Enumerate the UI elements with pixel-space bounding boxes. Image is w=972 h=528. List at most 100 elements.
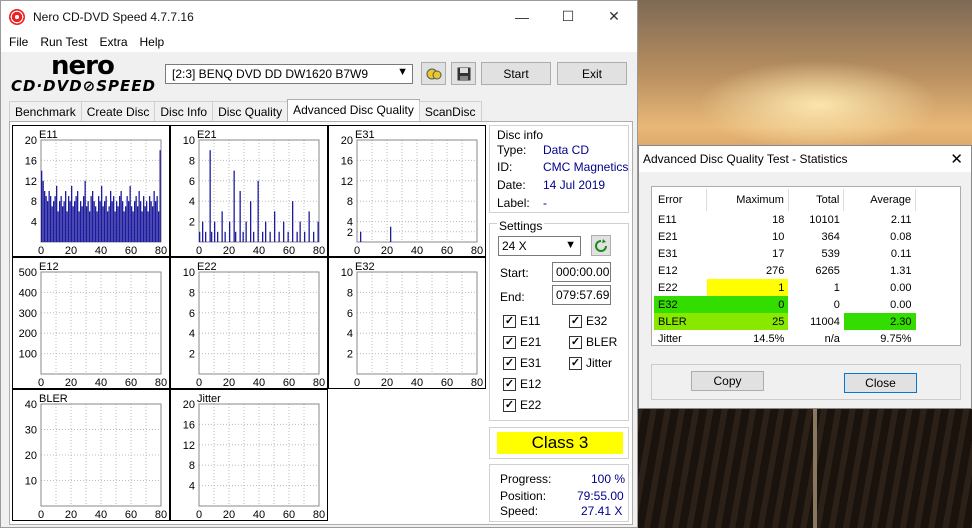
- checkbox-e32[interactable]: ✓ E32: [569, 314, 607, 328]
- copy-button[interactable]: Copy: [691, 371, 764, 391]
- statistics-dialog: Advanced Disc Quality Test - Statistics …: [638, 145, 972, 409]
- bar: [102, 206, 104, 242]
- cell-error: E31: [658, 247, 678, 260]
- x-tick-label: 60: [125, 509, 137, 521]
- close-button[interactable]: ✕: [591, 1, 637, 32]
- x-tick-label: 0: [196, 509, 202, 521]
- chevron-down-icon: ▼: [397, 66, 408, 78]
- x-tick-label: 80: [313, 377, 325, 389]
- bar: [105, 196, 107, 242]
- save-button[interactable]: [451, 62, 476, 85]
- cell-max: 0: [706, 296, 789, 313]
- x-tick-label: 20: [65, 245, 77, 257]
- bar: [95, 206, 97, 242]
- close-icon[interactable]: ✕: [950, 150, 963, 168]
- disc-info-header: Disc info: [497, 128, 544, 142]
- menu-extra[interactable]: Extra: [93, 35, 133, 49]
- end-time-input[interactable]: 079:57.69: [552, 285, 611, 305]
- x-tick-label: 20: [65, 509, 77, 521]
- checkbox-e12[interactable]: ✓ E12: [503, 377, 541, 391]
- maximize-button[interactable]: ☐: [545, 1, 591, 32]
- bar: [71, 185, 73, 242]
- cell-total: 364: [821, 230, 840, 243]
- cell-avg: 2.30: [843, 313, 916, 330]
- chart-e31: E31 2 4 8 12 16 20 0 20 40 60 80: [328, 125, 486, 257]
- y-tick-label: 8: [189, 287, 195, 299]
- bar: [104, 201, 106, 242]
- chart-e21: E21 2 4 6 8 10 0 20 40 60 80: [170, 125, 328, 257]
- header-maximum: Maximum: [706, 189, 789, 211]
- bar: [114, 211, 116, 242]
- bar: [131, 206, 133, 242]
- table-row: BLER 25 11004 2.30: [654, 313, 916, 330]
- tab-create-disc[interactable]: Create Disc: [80, 101, 156, 122]
- start-time-input[interactable]: 000:00.00: [552, 262, 611, 282]
- table-row: E11 18 10101 2.11: [654, 211, 916, 228]
- menu-file[interactable]: File: [3, 35, 34, 49]
- checkbox-bler[interactable]: ✓ BLER: [569, 335, 617, 349]
- exit-button[interactable]: Exit: [557, 62, 627, 85]
- bar: [125, 206, 127, 242]
- y-tick-label: 4: [31, 217, 37, 229]
- checkbox-e31[interactable]: ✓ E31: [503, 356, 541, 370]
- menu-run-test[interactable]: Run Test: [34, 35, 93, 49]
- bar: [53, 201, 55, 242]
- bar: [50, 196, 52, 242]
- close-dialog-button[interactable]: Close: [844, 373, 917, 393]
- bar: [108, 206, 110, 242]
- x-tick-label: 40: [411, 245, 423, 257]
- bar: [253, 231, 255, 242]
- minimize-button[interactable]: —: [499, 1, 545, 32]
- bar: [80, 201, 82, 242]
- checkbox-e11[interactable]: ✓ E11: [503, 314, 540, 328]
- checkbox-jitter[interactable]: ✓ Jitter: [569, 356, 612, 370]
- floppy-disk-icon: [457, 67, 470, 80]
- disc-date-label: Date:: [497, 178, 526, 192]
- chart-e22-plot: 2 4 6 8 10 0 20 40 60 80: [183, 267, 325, 389]
- chart-jitter-plot: 4 8 12 16 20 0 20 40 60 80: [183, 399, 325, 521]
- menu-help[interactable]: Help: [134, 35, 171, 49]
- y-tick-label: 100: [19, 349, 37, 361]
- cell-total: 10101: [809, 213, 840, 226]
- bar: [89, 211, 91, 242]
- tab-scandisc[interactable]: ScanDisc: [418, 101, 482, 122]
- checkmark-icon: ✓: [503, 314, 516, 328]
- checkbox-e21[interactable]: ✓ E21: [503, 335, 541, 349]
- tab-benchmark[interactable]: Benchmark: [9, 101, 82, 122]
- cell-total: 0: [833, 298, 840, 311]
- x-tick-label: 20: [223, 509, 235, 521]
- header-total: Total: [788, 189, 845, 211]
- drive-select[interactable]: [2:3] BENQ DVD DD DW1620 B7W9 ▼: [165, 64, 413, 84]
- y-tick-label: 12: [341, 176, 353, 188]
- bar: [360, 231, 362, 242]
- chart-bler-plot: 10 20 30 40 0 20 40 60 80: [25, 399, 167, 521]
- disc-id-value: CMC Magnetics: [543, 160, 629, 174]
- refresh-icon: [595, 238, 607, 252]
- bar: [155, 201, 157, 242]
- checkbox-e22[interactable]: ✓ E22: [503, 398, 541, 412]
- speed-select[interactable]: 24 X ▼: [498, 236, 581, 256]
- drive-info-button[interactable]: [421, 62, 446, 85]
- window-title: Nero CD-DVD Speed 4.7.7.16: [33, 9, 194, 24]
- refresh-speed-button[interactable]: [591, 235, 611, 256]
- bar: [132, 211, 134, 242]
- chart-e22: E22 2 4 6 8 10 0 20 40 60 80: [170, 257, 328, 389]
- x-tick-label: 40: [95, 509, 107, 521]
- y-tick-label: 12: [183, 440, 195, 452]
- speed-label: Speed:: [500, 504, 539, 518]
- y-tick-label: 20: [341, 135, 353, 147]
- end-label: End:: [500, 290, 525, 304]
- bar: [45, 196, 47, 242]
- tab-disc-quality[interactable]: Disc Quality: [212, 101, 289, 122]
- bar: [278, 231, 280, 242]
- start-button[interactable]: Start: [481, 62, 551, 85]
- bar: [110, 191, 112, 242]
- x-tick-label: 0: [196, 377, 202, 389]
- y-tick-label: 20: [25, 135, 37, 147]
- tab-disc-info[interactable]: Disc Info: [154, 101, 214, 122]
- tab-advanced-disc-quality[interactable]: Advanced Disc Quality: [287, 99, 420, 122]
- bar: [150, 201, 152, 242]
- bar: [304, 231, 306, 242]
- x-tick-label: 60: [441, 377, 453, 389]
- main-window: Nero CD-DVD Speed 4.7.7.16 — ☐ ✕ File Ru…: [0, 0, 638, 528]
